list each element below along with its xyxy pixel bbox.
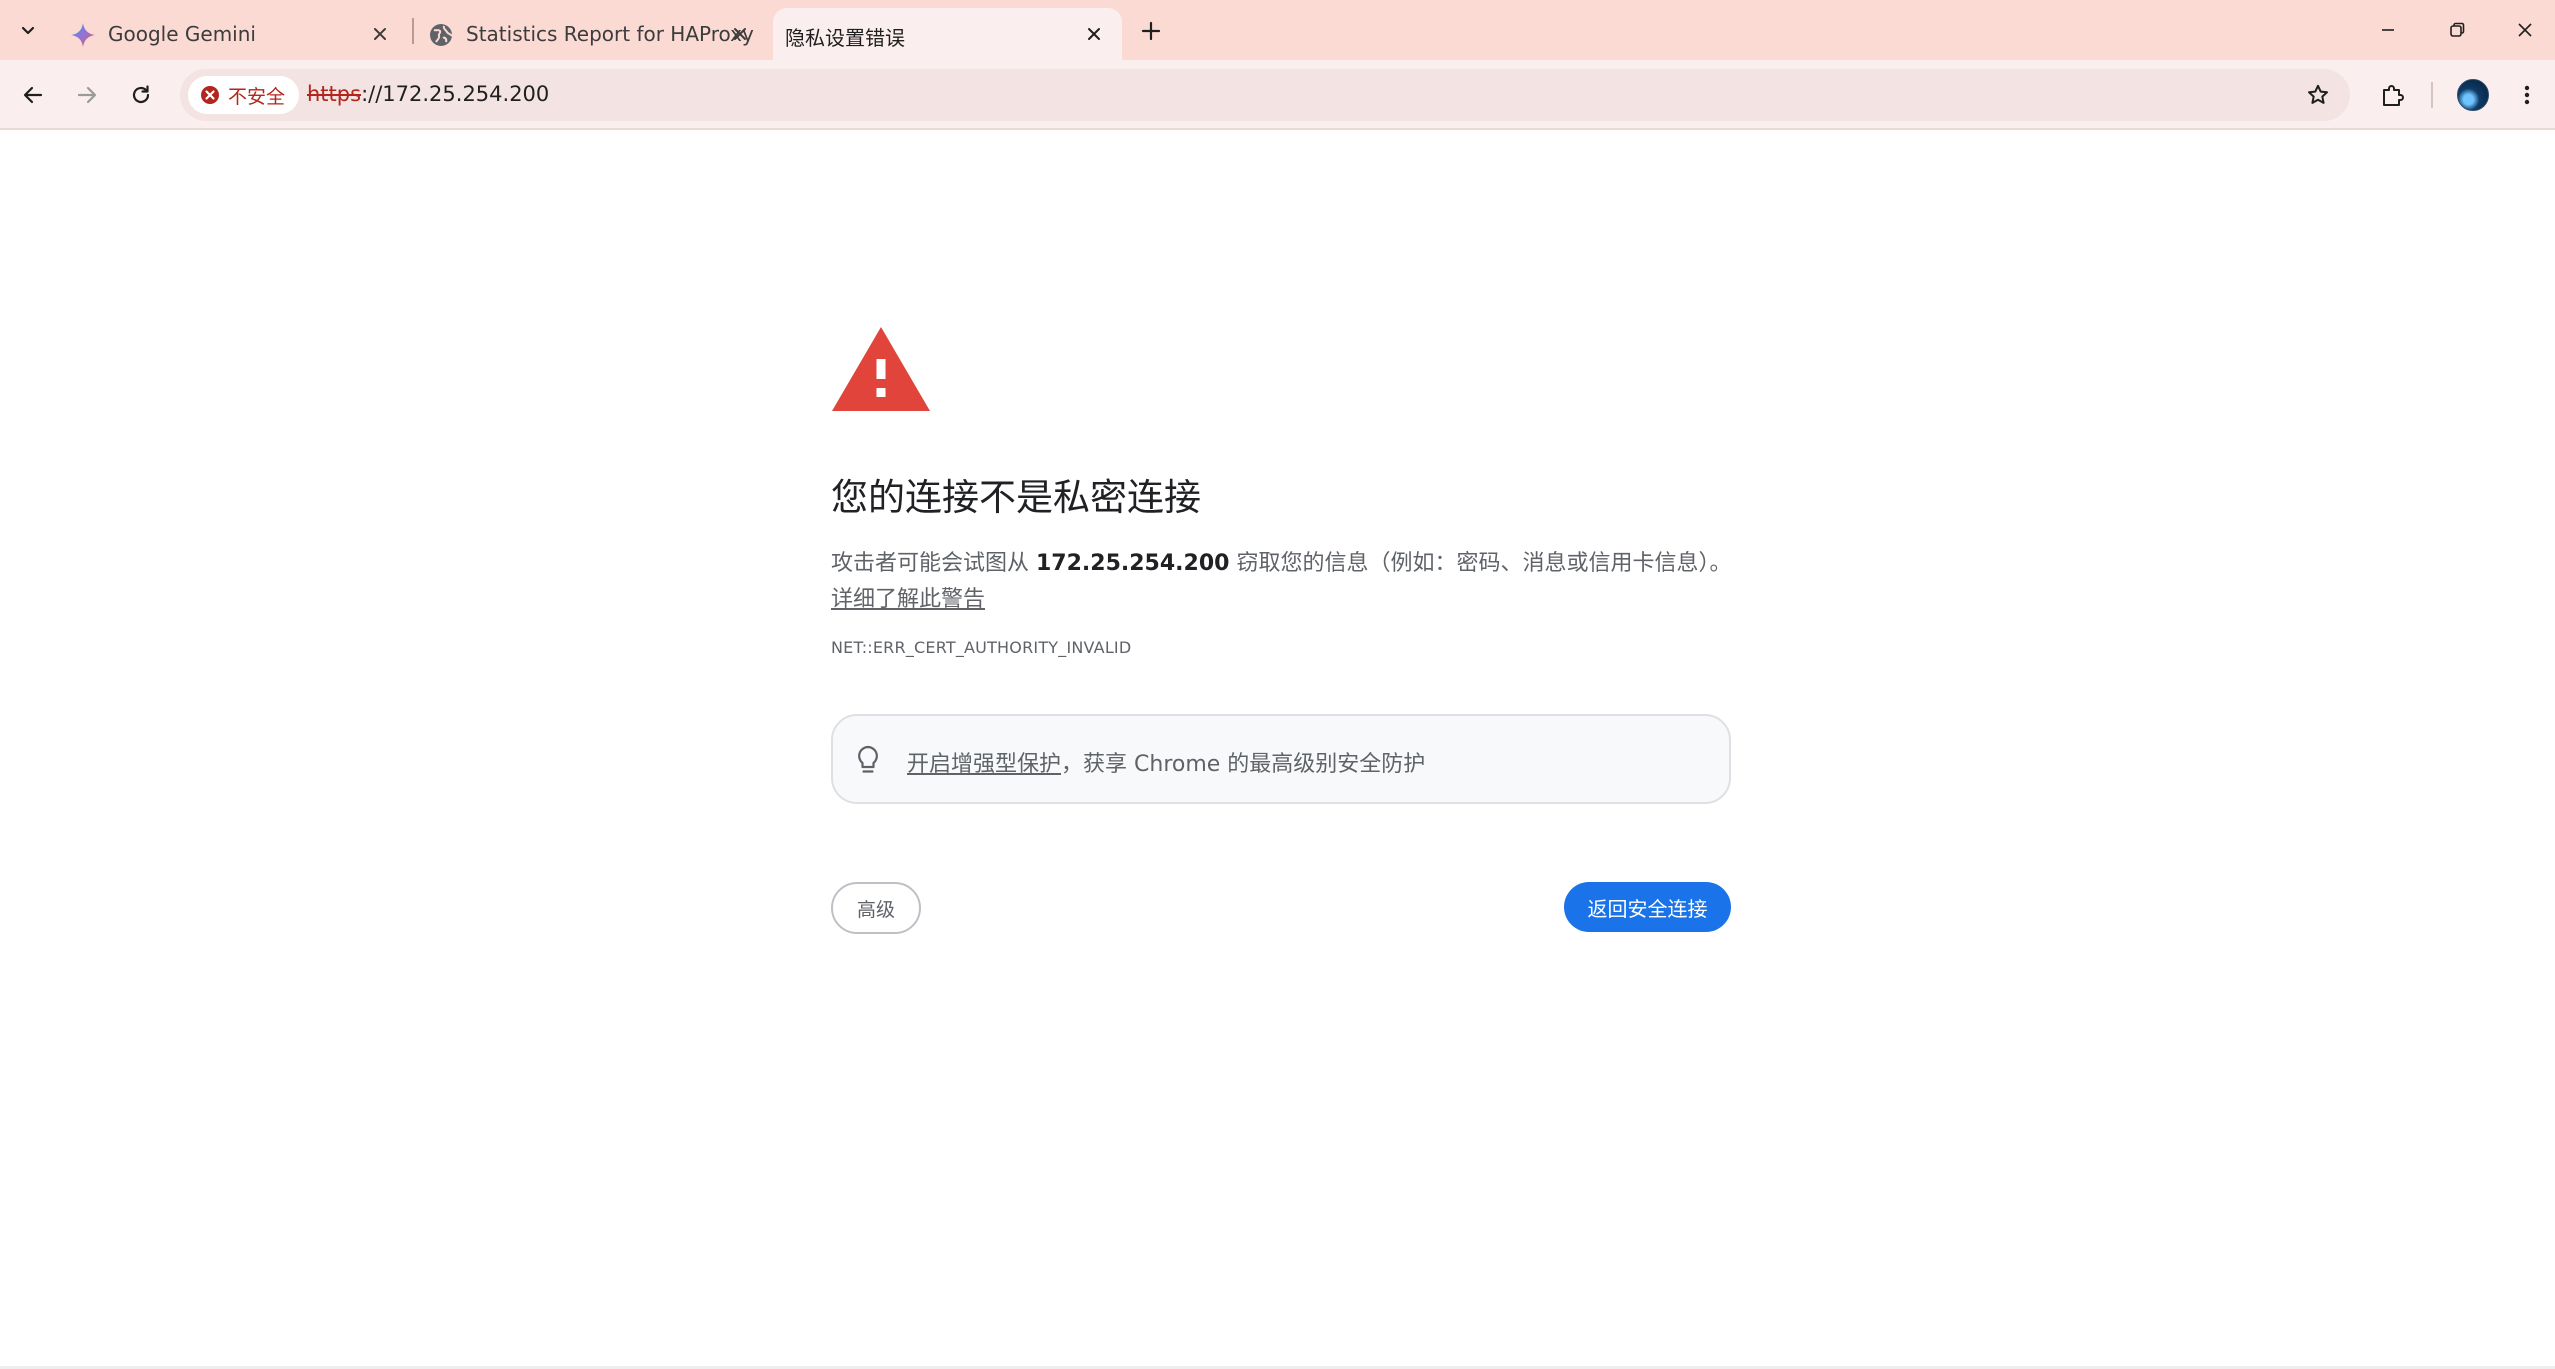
gemini-sparkle-icon bbox=[71, 23, 95, 47]
explanation-host: 172.25.254.200 bbox=[1036, 551, 1230, 576]
reload-icon bbox=[132, 85, 150, 104]
security-label: 不安全 bbox=[228, 85, 286, 108]
learn-more-link[interactable]: 详细了解此警告 bbox=[831, 581, 985, 613]
lightbulb-icon bbox=[858, 745, 878, 773]
profile-button[interactable] bbox=[2451, 73, 2495, 117]
tab-divider bbox=[412, 18, 414, 44]
close-tab-icon[interactable] bbox=[728, 22, 752, 46]
address-bar[interactable]: 不安全 https://172.25.254.200 bbox=[180, 69, 2350, 121]
close-window-button[interactable] bbox=[2495, 8, 2555, 52]
explanation-text: 攻击者可能会试图从 bbox=[831, 551, 1036, 576]
security-indicator[interactable]: 不安全 bbox=[188, 76, 300, 114]
more-vert-icon bbox=[2524, 85, 2530, 105]
back-to-safety-button[interactable]: 返回安全连接 bbox=[1564, 882, 1731, 932]
page-title: 您的连接不是私密连接 bbox=[831, 476, 1201, 519]
close-tab-icon[interactable] bbox=[1082, 22, 1106, 46]
advanced-button[interactable]: 高级 bbox=[831, 882, 921, 934]
toolbar-divider bbox=[2431, 82, 2433, 108]
arrow-left-icon bbox=[23, 86, 43, 104]
forward-button[interactable] bbox=[65, 73, 109, 117]
chevron-down-icon bbox=[21, 26, 35, 35]
url-scheme: https bbox=[307, 82, 362, 106]
avatar bbox=[2457, 79, 2489, 111]
bookmark-button[interactable] bbox=[2298, 75, 2338, 115]
promo-text: 开启增强型保护，获享 Chrome 的最高级别安全防护 bbox=[907, 746, 1425, 778]
error-code: NET::ERR_CERT_AUTHORITY_INVALID bbox=[831, 638, 1132, 657]
close-tab-icon[interactable] bbox=[368, 22, 392, 46]
tab-title: Google Gemini bbox=[108, 22, 256, 46]
new-tab-button[interactable] bbox=[1133, 13, 1169, 49]
star-icon bbox=[2308, 84, 2328, 104]
url-text: https://172.25.254.200 bbox=[307, 82, 549, 106]
enable-enhanced-protection-link[interactable]: 开启增强型保护 bbox=[907, 752, 1061, 777]
explanation-text: 窃取您的信息（例如：密码、消息或信用卡信息）。 bbox=[1229, 551, 1732, 576]
restore-button[interactable] bbox=[2427, 8, 2487, 52]
error-explanation: 攻击者可能会试图从 172.25.254.200 窃取您的信息（例如：密码、消息… bbox=[831, 545, 1731, 582]
restore-icon bbox=[2450, 22, 2465, 37]
puzzle-piece-icon bbox=[2383, 85, 2404, 106]
not-secure-icon bbox=[201, 86, 219, 104]
tab-google-gemini[interactable]: Google Gemini bbox=[58, 8, 408, 60]
enhanced-protection-promo: 开启增强型保护，获享 Chrome 的最高级别安全防护 bbox=[831, 714, 1731, 804]
tab-strip: Google Gemini Statistics Report for HAPr… bbox=[0, 0, 2555, 60]
tab-haproxy-stats[interactable]: Statistics Report for HAProxy bbox=[416, 8, 768, 60]
back-button[interactable] bbox=[11, 73, 55, 117]
menu-button[interactable] bbox=[2505, 73, 2549, 117]
minimize-button[interactable] bbox=[2358, 8, 2418, 52]
tab-search-button[interactable] bbox=[10, 12, 46, 48]
url-host: ://172.25.254.200 bbox=[361, 82, 550, 106]
close-icon bbox=[2518, 23, 2532, 37]
promo-description: ，获享 Chrome 的最高级别安全防护 bbox=[1061, 752, 1426, 777]
reload-button[interactable] bbox=[119, 73, 163, 117]
tab-privacy-error[interactable]: 隐私设置错误 bbox=[773, 8, 1122, 60]
toolbar: 不安全 https://172.25.254.200 bbox=[0, 60, 2555, 130]
arrow-right-icon bbox=[77, 86, 97, 104]
warning-triangle-icon bbox=[832, 327, 930, 411]
plus-icon bbox=[1141, 21, 1161, 41]
tab-title: 隐私设置错误 bbox=[785, 26, 905, 50]
extensions-button[interactable] bbox=[2371, 73, 2415, 117]
globe-icon bbox=[430, 24, 453, 46]
minimize-icon bbox=[2382, 29, 2394, 31]
tab-title: Statistics Report for HAProxy bbox=[466, 22, 754, 46]
